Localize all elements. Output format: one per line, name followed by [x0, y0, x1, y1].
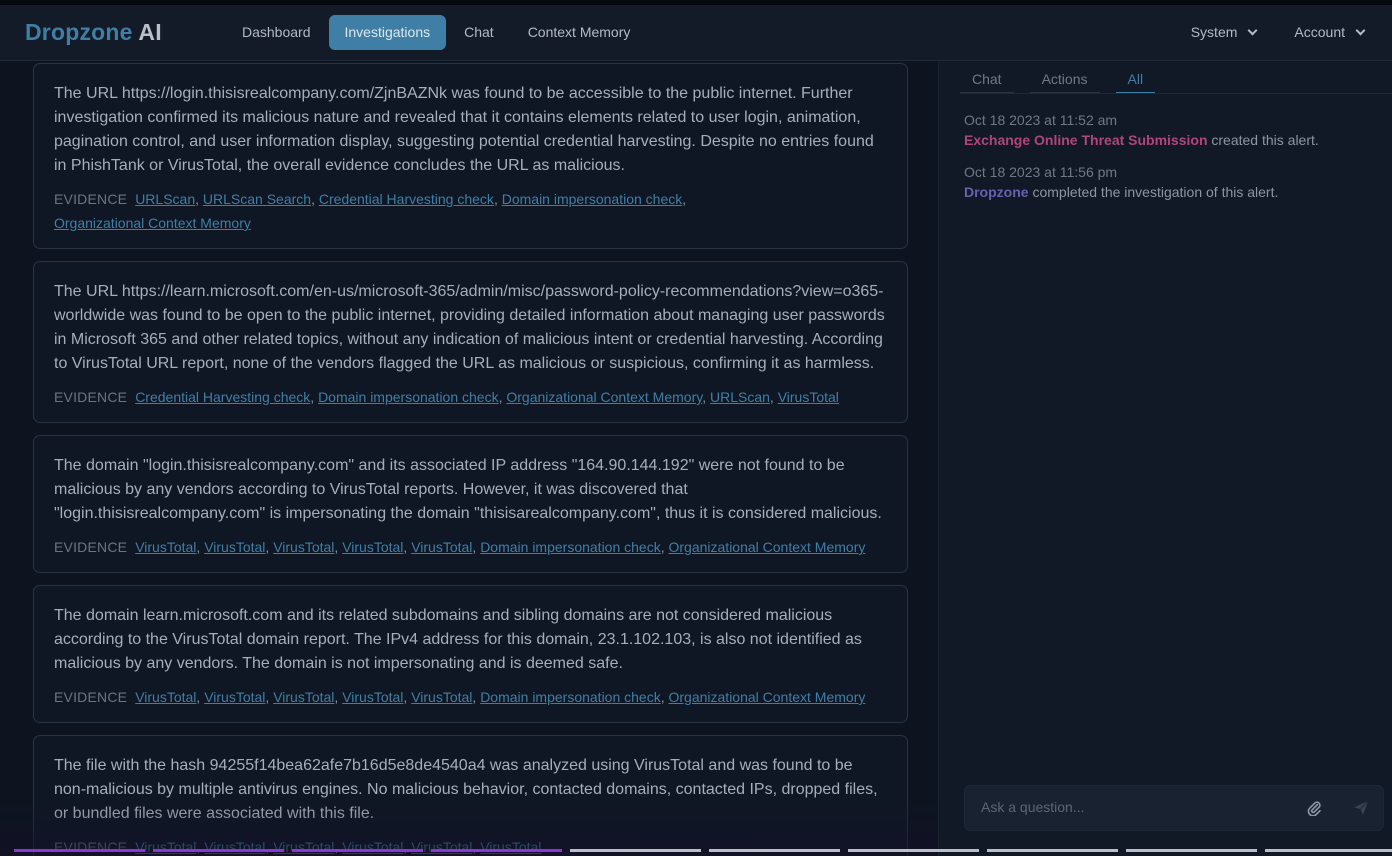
activity-tabs: Chat Actions All — [960, 67, 1171, 94]
event-actor[interactable]: Dropzone — [964, 184, 1029, 200]
tab-all[interactable]: All — [1115, 67, 1156, 94]
nav-dashboard[interactable]: Dashboard — [226, 15, 327, 50]
finding-card: The URL https://learn.microsoft.com/en-u… — [33, 261, 908, 423]
finding-card: The file with the hash 94255f14bea62afe7… — [33, 735, 908, 856]
chevron-down-icon — [1247, 25, 1258, 35]
progress-step — [987, 849, 1118, 856]
evidence-link[interactable]: VirusTotal — [778, 389, 839, 405]
paperclip-icon[interactable] — [1306, 800, 1322, 821]
evidence-link[interactable]: URLScan Search — [203, 191, 311, 207]
evidence-link[interactable]: VirusTotal — [411, 689, 472, 705]
evidence-link[interactable]: URLScan — [135, 191, 195, 207]
main-nav: Dashboard Investigations Chat Context Me… — [226, 15, 648, 50]
evidence-link[interactable]: VirusTotal — [342, 689, 403, 705]
finding-text: The URL https://learn.microsoft.com/en-u… — [54, 283, 885, 372]
evidence-link[interactable]: VirusTotal — [135, 539, 196, 555]
event-action: completed the investigation of this aler… — [1032, 184, 1279, 200]
evidence-label: EVIDENCE — [54, 539, 128, 555]
evidence-link[interactable]: Organizational Context Memory — [669, 539, 866, 555]
ask-question-box — [964, 785, 1384, 831]
nav-context-memory[interactable]: Context Memory — [512, 15, 647, 50]
evidence-label: EVIDENCE — [54, 689, 128, 705]
event-actor[interactable]: Exchange Online Threat Submission — [964, 132, 1208, 148]
progress-step — [848, 849, 979, 856]
evidence-link[interactable]: Credential Harvesting check — [135, 389, 310, 405]
ask-question-input[interactable] — [981, 799, 1301, 815]
event-timestamp: Oct 18 2023 at 11:56 pm — [964, 164, 1118, 180]
activity-event: Oct 18 2023 at 11:56 pm Dropzone complet… — [964, 162, 1278, 202]
findings-pane[interactable]: The URL https://login.thisisrealcompany.… — [0, 61, 938, 856]
evidence-label: EVIDENCE — [54, 191, 128, 207]
nav-right: System Account — [1153, 15, 1366, 50]
activity-pane: Chat Actions All Oct 18 2023 at 11:52 am… — [939, 61, 1392, 856]
send-icon[interactable] — [1353, 800, 1369, 821]
evidence-link[interactable]: Domain impersonation check — [502, 191, 683, 207]
evidence-link[interactable]: Domain impersonation check — [318, 389, 499, 405]
progress-step — [153, 849, 284, 856]
evidence-row: EVIDENCE Credential Harvesting check, Dom… — [54, 389, 839, 405]
finding-text: The domain "login.thisisrealcompany.com"… — [54, 457, 882, 522]
event-timestamp: Oct 18 2023 at 11:52 am — [964, 112, 1118, 128]
evidence-link[interactable]: URLScan — [710, 389, 770, 405]
evidence-link[interactable]: VirusTotal — [411, 539, 472, 555]
evidence-row: EVIDENCE VirusTotal, VirusTotal, VirusTot… — [54, 689, 866, 705]
progress-step — [1265, 849, 1392, 856]
evidence-row: EVIDENCE URLScan, URLScan Search, Credent… — [54, 191, 687, 231]
finding-card: The domain learn.microsoft.com and its r… — [33, 585, 908, 723]
finding-text: The URL https://login.thisisrealcompany.… — [54, 85, 874, 174]
evidence-link[interactable]: Credential Harvesting check — [319, 191, 494, 207]
progress-step — [709, 849, 840, 856]
progress-step — [1126, 849, 1257, 856]
finding-card: The URL https://login.thisisrealcompany.… — [33, 63, 908, 249]
tab-actions[interactable]: Actions — [1029, 67, 1100, 94]
progress-step — [14, 849, 145, 856]
progress-step — [292, 849, 423, 856]
evidence-link[interactable]: VirusTotal — [273, 689, 334, 705]
tabs-underline — [960, 93, 1392, 94]
evidence-link[interactable]: VirusTotal — [342, 539, 403, 555]
evidence-row: EVIDENCE VirusTotal, VirusTotal, VirusTot… — [54, 539, 866, 555]
chevron-down-icon — [1355, 25, 1366, 35]
finding-text: The domain learn.microsoft.com and its r… — [54, 607, 862, 672]
nav-chat[interactable]: Chat — [448, 15, 510, 50]
finding-text: The file with the hash 94255f14bea62afe7… — [54, 757, 878, 822]
account-menu[interactable]: Account — [1294, 15, 1366, 50]
brand-logo[interactable]: Dropzone AI — [25, 19, 162, 46]
account-menu-label: Account — [1294, 24, 1345, 40]
evidence-link[interactable]: Domain impersonation check — [480, 689, 661, 705]
evidence-link[interactable]: VirusTotal — [135, 689, 196, 705]
evidence-label: EVIDENCE — [54, 389, 128, 405]
activity-event: Oct 18 2023 at 11:52 am Exchange Online … — [964, 110, 1319, 150]
nav-investigations[interactable]: Investigations — [328, 15, 447, 50]
evidence-link[interactable]: VirusTotal — [204, 539, 265, 555]
event-action: created this alert. — [1211, 132, 1319, 148]
evidence-link[interactable]: Organizational Context Memory — [669, 689, 866, 705]
evidence-link[interactable]: Organizational Context Memory — [506, 389, 702, 405]
tab-chat[interactable]: Chat — [960, 67, 1014, 94]
evidence-link[interactable]: VirusTotal — [273, 539, 334, 555]
top-navbar: Dropzone AI Dashboard Investigations Cha… — [0, 5, 1392, 61]
evidence-link[interactable]: VirusTotal — [204, 689, 265, 705]
system-menu-label: System — [1190, 24, 1238, 40]
progress-step — [431, 849, 562, 856]
progress-step — [570, 849, 701, 856]
system-menu[interactable]: System — [1190, 15, 1258, 50]
finding-card: The domain "login.thisisrealcompany.com"… — [33, 435, 908, 573]
evidence-link[interactable]: Domain impersonation check — [480, 539, 661, 555]
evidence-link[interactable]: Organizational Context Memory — [54, 215, 251, 231]
